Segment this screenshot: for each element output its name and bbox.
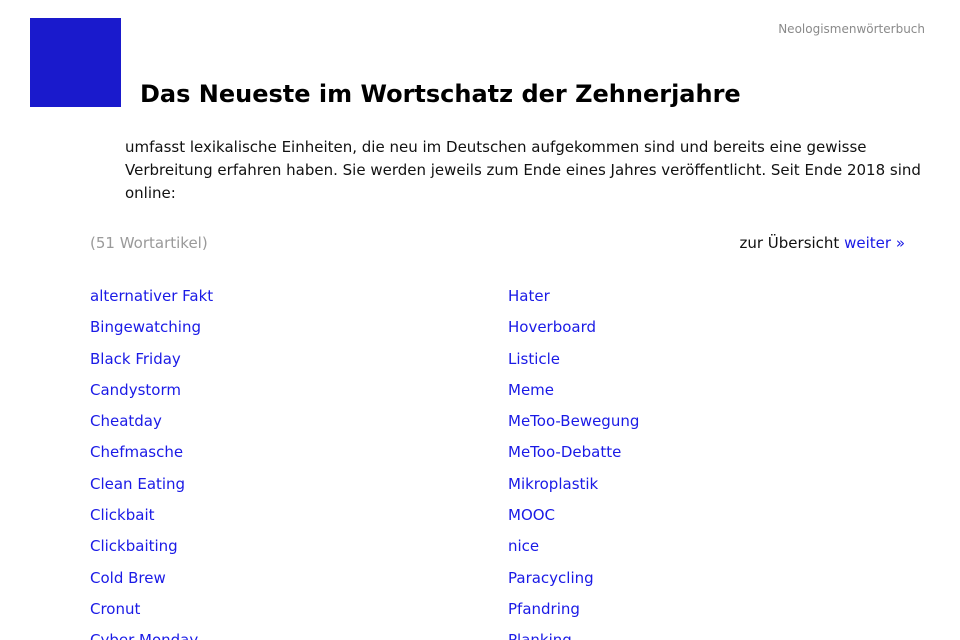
word-link[interactable]: nice <box>508 537 539 555</box>
list-item: Cold Brew <box>90 566 213 597</box>
list-item: Candystorm <box>90 378 213 409</box>
word-link[interactable]: alternativer Fakt <box>90 287 213 305</box>
logo-block <box>30 18 121 107</box>
list-item: MOOC <box>508 503 639 534</box>
word-link[interactable]: Bingewatching <box>90 318 201 336</box>
list-item: Hater <box>508 284 639 315</box>
word-link[interactable]: Hoverboard <box>508 318 596 336</box>
list-item: Cheatday <box>90 409 213 440</box>
word-link[interactable]: Mikroplastik <box>508 475 598 493</box>
word-link[interactable]: Chefmasche <box>90 443 183 461</box>
list-item: Clickbait <box>90 503 213 534</box>
list-item: Cyber Monday <box>90 628 213 640</box>
list-item: Mikroplastik <box>508 472 639 503</box>
word-link[interactable]: Clickbait <box>90 506 155 524</box>
page: Neologismenwörterbuch Das Neueste im Wor… <box>0 0 960 640</box>
word-link[interactable]: Paracycling <box>508 569 594 587</box>
word-link[interactable]: Black Friday <box>90 350 181 368</box>
article-count: (51 Wortartikel) <box>90 234 208 252</box>
list-item: Pfandring <box>508 597 639 628</box>
list-item: Paracycling <box>508 566 639 597</box>
list-item: alternativer Fakt <box>90 284 213 315</box>
list-item: Chefmasche <box>90 440 213 471</box>
list-item: Black Friday <box>90 347 213 378</box>
word-link[interactable]: Cold Brew <box>90 569 166 587</box>
word-link[interactable]: Cronut <box>90 600 140 618</box>
list-item: Listicle <box>508 347 639 378</box>
word-link[interactable]: Cyber Monday <box>90 631 198 640</box>
list-item: Cronut <box>90 597 213 628</box>
list-item: Hoverboard <box>508 315 639 346</box>
list-item: MeToo-Debatte <box>508 440 639 471</box>
page-title: Das Neueste im Wortschatz der Zehnerjahr… <box>140 80 741 108</box>
word-link[interactable]: Clean Eating <box>90 475 185 493</box>
list-item: Clickbaiting <box>90 534 213 565</box>
word-list-right: Hater Hoverboard Listicle Meme MeToo-Bew… <box>508 284 639 640</box>
word-link[interactable]: Cheatday <box>90 412 162 430</box>
list-item: Bingewatching <box>90 315 213 346</box>
site-name[interactable]: Neologismenwörterbuch <box>778 22 925 36</box>
word-link[interactable]: Hater <box>508 287 550 305</box>
word-link[interactable]: Clickbaiting <box>90 537 178 555</box>
overview-label: zur Übersicht <box>739 234 840 252</box>
overview-nav: zur Übersicht weiter » <box>739 234 905 252</box>
word-link[interactable]: MOOC <box>508 506 555 524</box>
word-link[interactable]: Candystorm <box>90 381 181 399</box>
list-item: nice <box>508 534 639 565</box>
list-item: MeToo-Bewegung <box>508 409 639 440</box>
word-link[interactable]: Meme <box>508 381 554 399</box>
word-link[interactable]: MeToo-Bewegung <box>508 412 639 430</box>
word-link[interactable]: Pfandring <box>508 600 580 618</box>
word-link[interactable]: MeToo-Debatte <box>508 443 621 461</box>
intro-text: umfasst lexikalische Einheiten, die neu … <box>125 138 921 202</box>
next-link[interactable]: weiter » <box>844 234 905 252</box>
word-link[interactable]: Planking <box>508 631 572 640</box>
list-item: Meme <box>508 378 639 409</box>
list-item: Planking <box>508 628 639 640</box>
list-item: Clean Eating <box>90 472 213 503</box>
word-link[interactable]: Listicle <box>508 350 560 368</box>
word-list-left: alternativer Fakt Bingewatching Black Fr… <box>90 284 213 640</box>
